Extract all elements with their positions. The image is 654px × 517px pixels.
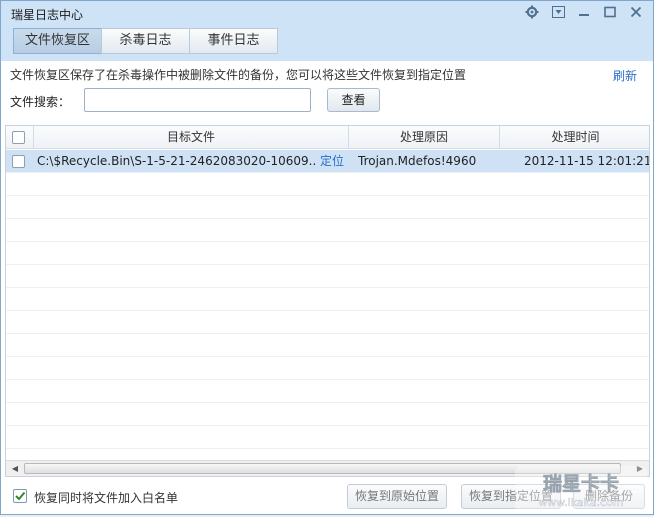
search-input[interactable] (84, 88, 311, 112)
tab-virus-log[interactable]: 杀毒日志 (101, 28, 190, 54)
empty-row (6, 242, 649, 265)
column-header-time[interactable]: 处理时间 (500, 126, 649, 149)
restore-table: 目标文件 处理原因 处理时间 C:\$Recycle.Bin\S-1-5-21-… (5, 125, 650, 477)
empty-row (6, 334, 649, 357)
title-bar: 瑞星日志中心 (1, 1, 653, 25)
svg-text:瑞星卡卡: 瑞星卡卡 (543, 472, 619, 495)
view-button[interactable]: 查看 (327, 88, 380, 112)
empty-row (6, 196, 649, 219)
svg-text:www.ikaka.com: www.ikaka.com (538, 496, 623, 509)
table-row[interactable]: C:\$Recycle.Bin\S-1-5-21-2462083020-1060… (6, 150, 649, 173)
empty-row (6, 265, 649, 288)
minimize-icon[interactable] (573, 3, 595, 21)
info-text: 文件恢复区保存了在杀毒操作中被删除文件的备份，您可以将这些文件恢复到指定位置 (10, 68, 467, 82)
tab-event-log[interactable]: 事件日志 (189, 28, 278, 54)
window-controls (521, 3, 647, 21)
row-reason: Trojan.Mdefos!4960 (358, 154, 477, 168)
log-center-window: 瑞星日志中心 文件恢复区 杀毒日志 事件日志 文件恢复区保存了在杀毒操作中被删除… (0, 0, 654, 515)
checkmark-icon (15, 491, 26, 501)
restore-original-button[interactable]: 恢复到原始位置 (347, 484, 447, 509)
row-time: 2012-11-15 12:01:21 (524, 154, 649, 168)
empty-row (6, 380, 649, 403)
ikaka-watermark: 瑞星卡卡 www.ikaka.com (515, 466, 647, 514)
row-checkbox[interactable] (12, 155, 25, 168)
scroll-left-icon[interactable]: ◀ (7, 461, 23, 476)
row-file-path: C:\$Recycle.Bin\S-1-5-21-2462083020-1060… (37, 154, 317, 168)
refresh-link[interactable]: 刷新 (613, 67, 637, 84)
tab-file-restore[interactable]: 文件恢复区 (13, 28, 102, 54)
skin-menu-icon[interactable] (547, 3, 569, 21)
whitelist-label: 恢复同时将文件加入白名单 (34, 491, 179, 505)
window-title: 瑞星日志中心 (11, 8, 84, 22)
tab-bar: 文件恢复区 杀毒日志 事件日志 (13, 28, 278, 54)
table-header: 目标文件 处理原因 处理时间 (6, 126, 649, 149)
column-header-reason[interactable]: 处理原因 (349, 126, 500, 149)
empty-row (6, 403, 649, 426)
empty-row (6, 288, 649, 311)
empty-row (6, 173, 649, 196)
empty-row (6, 219, 649, 242)
settings-icon[interactable] (521, 3, 543, 21)
header-checkbox-cell (6, 126, 34, 149)
empty-row (6, 357, 649, 380)
row-locate-link[interactable]: 定位 (320, 150, 350, 173)
select-all-checkbox[interactable] (12, 131, 25, 144)
column-header-target-file[interactable]: 目标文件 (34, 126, 349, 149)
empty-row (6, 426, 649, 449)
empty-row (6, 311, 649, 334)
maximize-icon[interactable] (599, 3, 621, 21)
close-icon[interactable] (625, 3, 647, 21)
search-label: 文件搜索： (10, 95, 71, 109)
whitelist-checkbox[interactable] (13, 489, 27, 503)
